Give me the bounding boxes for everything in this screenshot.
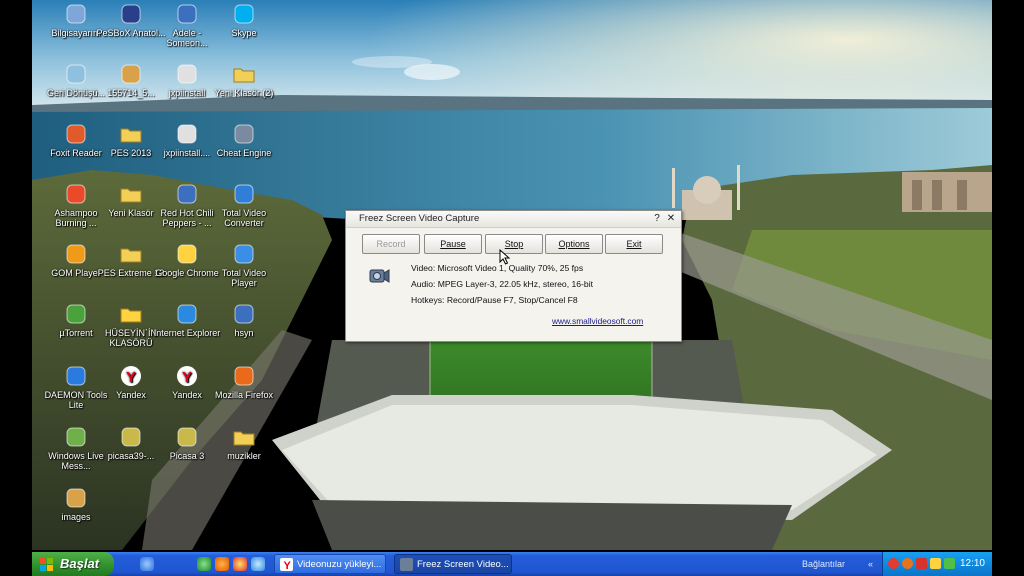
tray-app-icon[interactable] — [902, 558, 913, 569]
cheat-engine-icon — [232, 122, 256, 146]
desktop-icon-label: Mozilla Firefox — [214, 390, 273, 400]
media-file-icon — [175, 182, 199, 206]
skype-icon — [232, 2, 256, 26]
quicklaunch-chrome-icon[interactable] — [233, 557, 247, 571]
taskbar-button-freez[interactable]: Freez Screen Video... — [394, 554, 512, 574]
exit-button[interactable]: Exit — [605, 234, 663, 254]
video-settings-text: Video: Microsoft Video 1, Quality 70%, 2… — [411, 263, 584, 273]
star-folder-icon — [119, 302, 143, 326]
desktop-icon-label: Skype — [231, 28, 257, 38]
java-icon — [175, 122, 199, 146]
close-icon[interactable]: ✕ — [665, 211, 677, 227]
desktop-icon[interactable]: hsyn — [208, 302, 280, 338]
desktop-icon[interactable]: images — [40, 486, 112, 522]
archive-icon — [64, 486, 88, 510]
record-button[interactable]: Record — [362, 234, 420, 254]
taskbar-button-browser[interactable]: Y Videonuzu yükleyi... — [274, 554, 386, 574]
audio-settings-text: Audio: MPEG Layer-3, 22.05 kHz, stereo, … — [411, 279, 593, 289]
desktop-icon[interactable]: Total Video Converter — [208, 182, 280, 228]
desktop-icon-label: Cheat Engine — [216, 148, 272, 158]
desktop-icon[interactable]: Total Video Player — [208, 242, 280, 288]
gom-player-icon — [64, 242, 88, 266]
pes-icon — [119, 2, 143, 26]
windows-logo-icon — [40, 557, 53, 571]
start-label: Başlat — [60, 556, 100, 571]
taskbar: Başlat Y Videonuzu yükleyi... Freez Scre… — [32, 552, 992, 576]
mouse-cursor-icon — [499, 249, 511, 265]
desktop-icon[interactable]: Mozilla Firefox — [208, 364, 280, 400]
yandex-icon: Y — [119, 364, 143, 388]
folder-icon — [232, 62, 256, 86]
chevron-up-icon[interactable]: « — [868, 559, 873, 569]
help-icon[interactable]: ? — [651, 211, 663, 227]
quicklaunch-utorrent-icon[interactable] — [197, 557, 211, 571]
computer-icon — [64, 2, 88, 26]
desktop-icon-label: muzikler — [227, 451, 261, 461]
desktop-icon[interactable]: Skype — [208, 2, 280, 38]
task-label: Videonuzu yükleyi... — [297, 559, 382, 570]
website-link[interactable]: www.smallvideosoft.com — [552, 316, 643, 326]
folder-icon — [119, 122, 143, 146]
svg-text:Y: Y — [284, 560, 292, 571]
ashampoo-icon — [64, 182, 88, 206]
clock[interactable]: 12:10 — [960, 552, 985, 576]
tray-antivirus-icon[interactable] — [888, 558, 899, 569]
folder-icon — [119, 242, 143, 266]
yandex-icon: Y — [175, 364, 199, 388]
tray-yandex-icon[interactable] — [916, 558, 927, 569]
desktop-icon-label: images — [61, 512, 91, 522]
folder-icon — [232, 425, 256, 449]
picasa-icon — [119, 425, 143, 449]
window-title: Freez Screen Video Capture — [359, 213, 480, 224]
pause-button[interactable]: Pause — [424, 234, 482, 254]
stop-button[interactable]: Stop — [485, 234, 543, 254]
desktop-icon[interactable]: Yeni Klasör (2) — [208, 62, 280, 98]
folder-icon — [119, 182, 143, 206]
archive-icon — [119, 62, 143, 86]
desktop-icon-label: hsyn — [234, 328, 254, 338]
freez-capture-window[interactable]: Freez Screen Video Capture ? ✕ Record Pa… — [345, 210, 682, 342]
media-file-icon — [175, 2, 199, 26]
desktop-icon[interactable]: Cheat Engine — [208, 122, 280, 158]
video-capture-icon — [400, 558, 413, 571]
video-converter-icon — [232, 182, 256, 206]
tray-volume-icon[interactable] — [930, 558, 941, 569]
tray-network-icon[interactable] — [944, 558, 955, 569]
connections-toolbar-label[interactable]: Bağlantılar — [802, 552, 845, 576]
picasa-icon — [175, 425, 199, 449]
quicklaunch-desktop-icon[interactable] — [140, 557, 154, 571]
chrome-icon — [175, 242, 199, 266]
task-label: Freez Screen Video... — [417, 559, 509, 570]
quicklaunch-firefox-icon[interactable] — [215, 557, 229, 571]
start-button[interactable]: Başlat — [32, 552, 114, 576]
utorrent-icon — [64, 302, 88, 326]
java-icon — [175, 62, 199, 86]
daemon-tools-icon — [64, 364, 88, 388]
desktop-icon-label: Total Video Converter — [221, 208, 267, 228]
messenger-icon — [64, 425, 88, 449]
desktop-icon[interactable]: muzikler — [208, 425, 280, 461]
desktop-icon-label: Total Video Player — [221, 268, 267, 288]
svg-text:Y: Y — [126, 369, 136, 386]
foxit-icon — [64, 122, 88, 146]
options-button[interactable]: Options — [545, 234, 603, 254]
video-player-icon — [232, 242, 256, 266]
camera-icon — [369, 269, 390, 283]
yandex-icon: Y — [280, 558, 293, 572]
hotkeys-text: Hotkeys: Record/Pause F7, Stop/Cancel F8 — [411, 295, 578, 305]
window-titlebar[interactable]: Freez Screen Video Capture ? ✕ — [346, 211, 681, 228]
recycle-bin-icon — [64, 62, 88, 86]
firefox-icon — [232, 364, 256, 388]
svg-text:Y: Y — [182, 369, 192, 386]
media-file-icon — [232, 302, 256, 326]
internet-explorer-icon — [175, 302, 199, 326]
system-tray: 12:10 — [882, 552, 992, 576]
desktop-icon-label: Yeni Klasör (2) — [214, 88, 274, 98]
desktop-screen: Bilgisayarım PeSBoX Anatol... Adele - Some… — [32, 0, 992, 576]
quicklaunch-ie-icon[interactable] — [251, 557, 265, 571]
